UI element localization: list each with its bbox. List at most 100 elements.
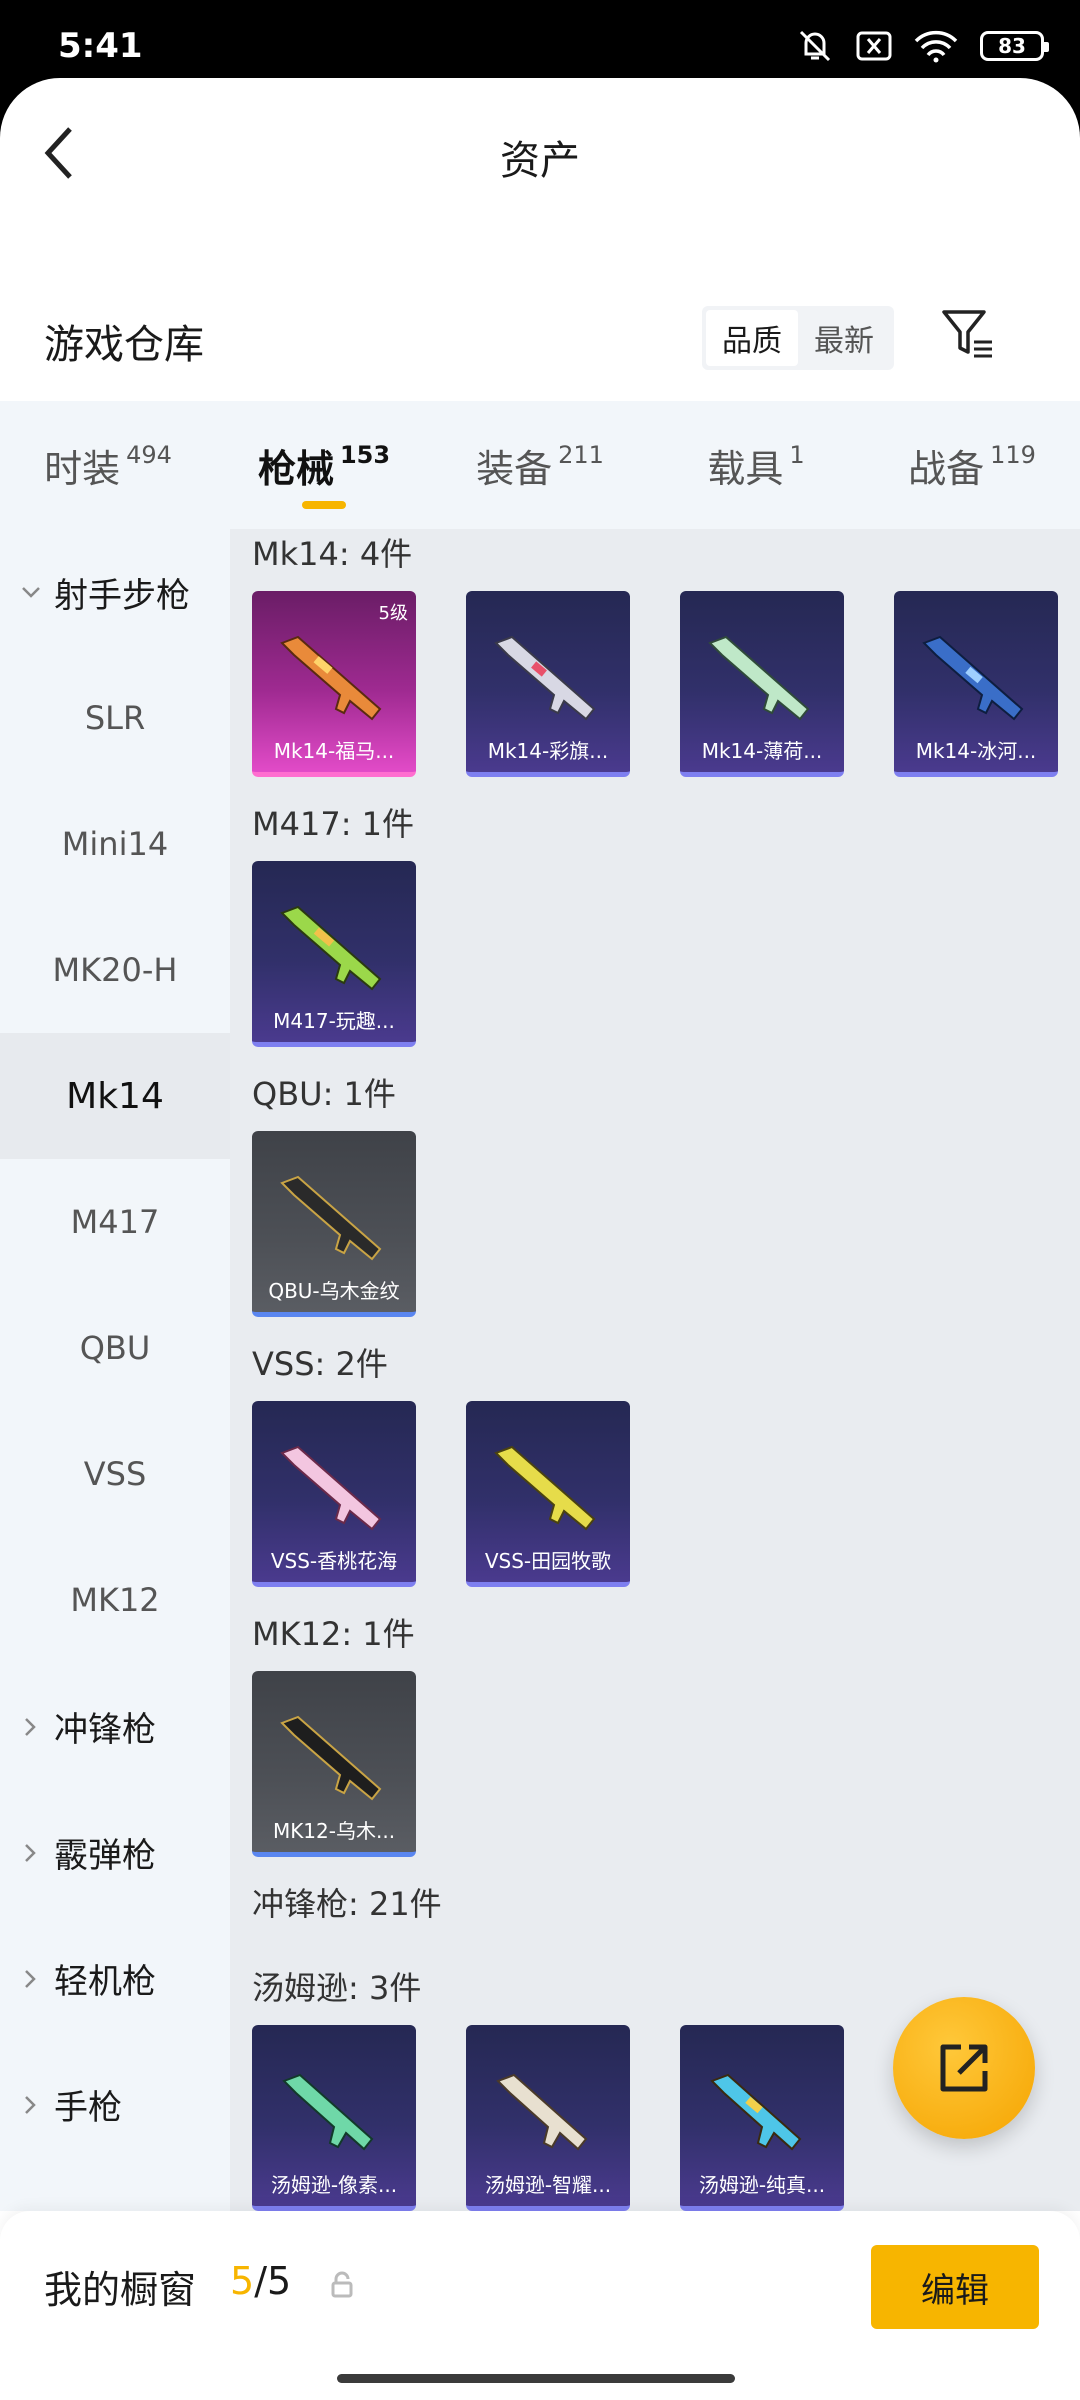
group-label-mk14: Mk14: 4件 (252, 535, 413, 573)
weapon-card[interactable]: 5级 Mk14-福马... (252, 591, 416, 777)
chevron-right-icon (25, 2096, 36, 2114)
sidebar-item-label: MK20-H (52, 951, 178, 989)
sim-off-icon (856, 31, 892, 61)
weapon-name: Mk14-福马... (273, 739, 395, 763)
weapon-name: QBU-乌木金纹 (268, 1279, 400, 1303)
sidebar-item-mk20h[interactable]: MK20-H (0, 907, 230, 1033)
status-icons: 83 (796, 28, 1049, 64)
tab-label: 枪械 (257, 446, 334, 491)
tab-label: 战备 (908, 446, 985, 491)
weapon-name: 汤姆逊-智耀... (484, 2173, 612, 2197)
rifle-icon (494, 1445, 596, 1531)
rifle-icon (280, 1175, 382, 1261)
rifle-icon (280, 1715, 382, 1801)
weapon-name: 汤姆逊-纯真... (698, 2173, 826, 2197)
sidebar-item-label: VSS (83, 1455, 147, 1493)
sidebar-item-label: 手枪 (54, 2087, 122, 2128)
sidebar-item-label: MK12 (70, 1581, 160, 1619)
chevron-right-icon (25, 1844, 36, 1862)
weapon-name: VSS-香桃花海 (270, 1549, 398, 1573)
weapon-card[interactable]: 汤姆逊-纯真... (680, 2025, 844, 2211)
tab-label: 时装 (44, 446, 121, 491)
weapon-name: Mk14-彩旗... (487, 739, 609, 763)
tab-gear[interactable]: 战备 119 (864, 401, 1080, 529)
sidebar-item-label: 轻机枪 (54, 1961, 156, 2002)
sidebar-item-mini14[interactable]: Mini14 (0, 781, 230, 907)
tab-count: 1 (789, 441, 805, 469)
sidebar-item-label: Mk14 (66, 1075, 164, 1117)
showcase-bar: 我的橱窗 5/5 编辑 (0, 2211, 1080, 2400)
chevron-down-icon (22, 587, 40, 598)
group-label-m417: M417: 1件 (252, 805, 415, 843)
home-indicator[interactable] (337, 2374, 735, 2383)
weapon-card[interactable]: VSS-田园牧歌 (466, 1401, 630, 1587)
sidebar-item-mk12[interactable]: MK12 (0, 1537, 230, 1663)
showcase-total: 5 (267, 2259, 292, 2303)
weapon-card[interactable]: VSS-香桃花海 (252, 1401, 416, 1587)
rifle-icon (280, 1445, 382, 1531)
smg-icon (710, 2073, 802, 2151)
showcase-count: 5/5 (230, 2259, 291, 2303)
tab-vehicles[interactable]: 载具 1 (648, 401, 864, 529)
sidebar-item-vss[interactable]: VSS (0, 1411, 230, 1537)
wifi-icon (914, 30, 958, 63)
weapon-name: Mk14-冰河... (915, 739, 1037, 763)
group-label-smg: 冲锋枪: 21件 (252, 1885, 442, 1923)
sidebar-item-label: QBU (79, 1329, 151, 1367)
sidebar-item-label: 冲锋枪 (54, 1709, 156, 1750)
weapon-card[interactable]: Mk14-彩旗... (466, 591, 630, 777)
sidebar-item-label: 霰弹枪 (54, 1835, 156, 1876)
bell-mute-icon (799, 30, 831, 62)
page-title: 资产 (500, 138, 580, 184)
tab-label: 装备 (476, 446, 553, 491)
edit-button[interactable]: 编辑 (871, 2245, 1039, 2329)
tab-label: 载具 (707, 446, 784, 491)
weapon-card[interactable]: Mk14-薄荷... (680, 591, 844, 777)
category-tabs: 时装 494 枪械 153 装备 211 载具 1 战备 119 (0, 401, 1080, 529)
weapon-card[interactable]: MK12-乌木... (252, 1671, 416, 1857)
group-label-vss: VSS: 2件 (252, 1345, 388, 1383)
sidebar-item-qbu[interactable]: QBU (0, 1285, 230, 1411)
sidebar-item-mk14[interactable]: Mk14 (0, 1033, 230, 1159)
showcase-current: 5 (230, 2259, 255, 2303)
tab-costume[interactable]: 时装 494 (0, 401, 216, 529)
tab-count: 119 (990, 441, 1036, 469)
sidebar-group-smg[interactable]: 冲锋枪 (0, 1663, 230, 1789)
chevron-right-icon (25, 1970, 36, 1988)
weapon-card[interactable]: 汤姆逊-像素... (252, 2025, 416, 2211)
sidebar-group-pistol[interactable]: 手枪 (0, 2041, 230, 2167)
showcase-separator: / (254, 2259, 267, 2303)
tab-equipment[interactable]: 装备 211 (432, 401, 648, 529)
external-link-icon (940, 2044, 988, 2092)
group-label-thompson: 汤姆逊: 3件 (252, 1969, 422, 2007)
sidebar-group-marksman-rifles[interactable]: 射手步枪 (0, 529, 230, 655)
weapon-card[interactable]: 汤姆逊-智耀... (466, 2025, 630, 2211)
weapon-name: Mk14-薄荷... (701, 739, 823, 763)
battery-icon: 83 (980, 31, 1049, 61)
sidebar-item-label: M417 (70, 1203, 160, 1241)
sidebar-item-m417[interactable]: M417 (0, 1159, 230, 1285)
rifle-icon (922, 635, 1024, 721)
weapon-name: M417-玩趣... (273, 1009, 395, 1033)
weapon-name: 汤姆逊-像素... (270, 2173, 398, 2197)
weapon-name: MK12-乌木... (272, 1819, 396, 1843)
battery-level: 83 (998, 34, 1026, 58)
tab-firearms[interactable]: 枪械 153 (216, 401, 432, 529)
weapon-card[interactable]: M417-玩趣... (252, 861, 416, 1047)
tab-count: 494 (126, 441, 172, 469)
rifle-icon (280, 905, 382, 991)
sidebar-group-shotgun[interactable]: 霰弹枪 (0, 1789, 230, 1915)
sidebar-group-lmg[interactable]: 轻机枪 (0, 1915, 230, 2041)
rifle-icon (708, 635, 810, 721)
sidebar-item-slr[interactable]: SLR (0, 655, 230, 781)
weapon-card[interactable]: QBU-乌木金纹 (252, 1131, 416, 1317)
sidebar-item-label: 射手步枪 (54, 575, 190, 616)
weapon-card[interactable]: Mk14-冰河... (894, 591, 1058, 777)
share-fab-button[interactable] (893, 1997, 1035, 2139)
sidebar-item-label: Mini14 (61, 825, 169, 863)
chevron-right-icon (25, 1718, 36, 1736)
weapon-name: VSS-田园牧歌 (484, 1549, 612, 1573)
rifle-icon (280, 635, 382, 721)
group-label-qbu: QBU: 1件 (252, 1075, 396, 1113)
group-label-mk12: MK12: 1件 (252, 1615, 415, 1653)
